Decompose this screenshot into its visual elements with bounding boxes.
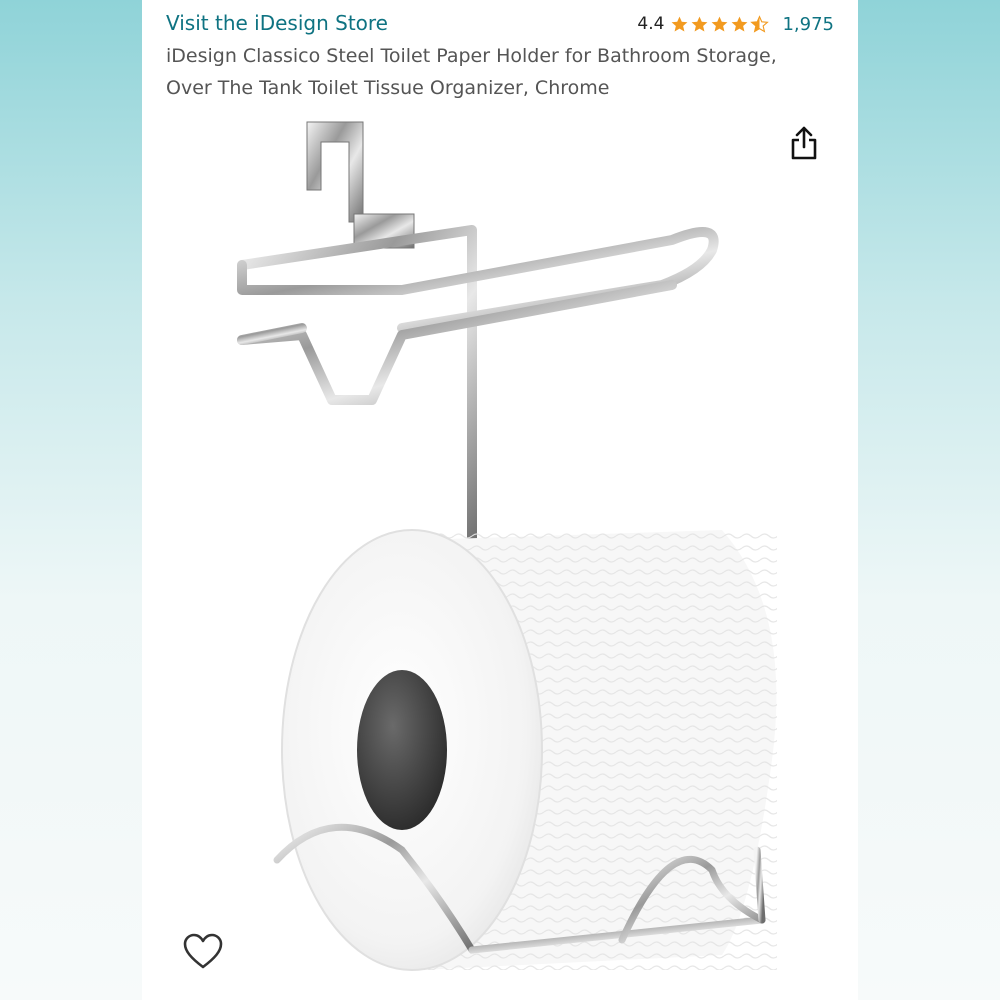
heart-icon: [183, 933, 223, 969]
star-rating: [670, 14, 770, 34]
product-card: Visit the iDesign Store 4.4 1,975 iDesig…: [142, 0, 858, 1000]
product-image[interactable]: [202, 110, 802, 990]
store-link[interactable]: Visit the iDesign Store: [166, 10, 388, 36]
favorite-button[interactable]: [178, 926, 228, 976]
star-icon: [692, 16, 708, 32]
star-icon: [672, 16, 688, 32]
star-half-icon: [750, 14, 770, 33]
share-button[interactable]: [786, 123, 822, 163]
rating-value: 4.4: [637, 14, 665, 34]
star-icon: [712, 16, 728, 32]
star-icon: [732, 16, 748, 32]
share-icon: [791, 126, 817, 160]
rating-count[interactable]: 1,975: [782, 14, 834, 35]
product-title: iDesign Classico Steel Toilet Paper Hold…: [166, 45, 777, 99]
product-header: Visit the iDesign Store 4.4 1,975: [166, 10, 834, 40]
rating-summary[interactable]: 4.4 1,975: [637, 12, 834, 36]
